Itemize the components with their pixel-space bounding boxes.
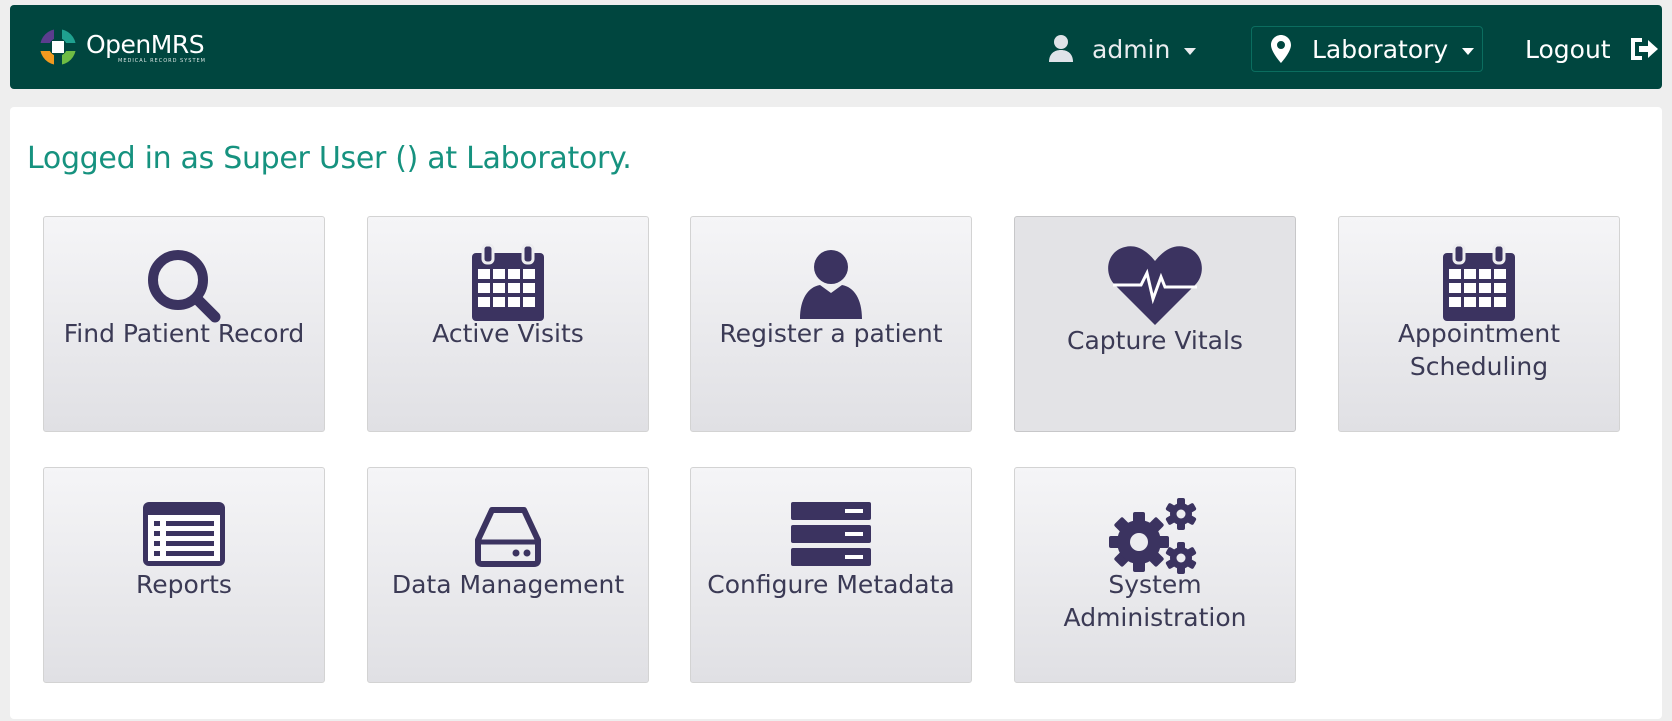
- configure-metadata-tile[interactable]: Configure Metadata: [690, 467, 972, 683]
- tile-label: Find Patient Record: [63, 319, 305, 348]
- tile-label: Data Management: [391, 570, 625, 599]
- hdd-icon: [475, 507, 541, 567]
- appointment-scheduling-tile[interactable]: Appointment Scheduling: [1338, 216, 1620, 432]
- server-icon: [791, 502, 871, 566]
- cogs-icon: [1109, 498, 1197, 574]
- location-selector[interactable]: Laboratory: [1251, 26, 1483, 72]
- find-patient-record-tile[interactable]: Find Patient Record: [43, 216, 325, 432]
- openmrs-logo[interactable]: OpenMRS MEDICAL RECORD SYSTEM: [36, 25, 206, 73]
- logout-link[interactable]: Logout: [1525, 27, 1659, 71]
- calendar-icon: [1443, 243, 1515, 321]
- user-icon: [1049, 35, 1073, 62]
- top-header: OpenMRS MEDICAL RECORD SYSTEM admin Labo…: [10, 5, 1662, 89]
- user-menu[interactable]: admin: [1046, 27, 1197, 71]
- tile-label: Reports: [136, 570, 232, 599]
- tile-label: Register a patient: [719, 319, 943, 348]
- welcome-message: Logged in as Super User () at Laboratory…: [27, 141, 632, 176]
- tile-label: Configure Metadata: [707, 570, 955, 599]
- register-patient-tile[interactable]: Register a patient: [690, 216, 972, 432]
- user-icon: [800, 250, 862, 319]
- tile-label: Capture Vitals: [1067, 326, 1243, 355]
- brand-name: OpenMRS: [86, 30, 205, 59]
- chevron-down-icon: [1462, 47, 1475, 55]
- logout-label: Logout: [1525, 34, 1611, 64]
- calendar-icon: [472, 243, 544, 321]
- chevron-down-icon: [1184, 47, 1197, 55]
- heartbeat-icon: [1108, 246, 1202, 325]
- brand-subtitle: MEDICAL RECORD SYSTEM: [118, 58, 206, 64]
- location-name: Laboratory: [1312, 34, 1449, 64]
- system-administration-tile[interactable]: System Administration: [1014, 467, 1296, 683]
- active-visits-tile[interactable]: Active Visits: [367, 216, 649, 432]
- tile-label: System Administration: [1063, 570, 1247, 632]
- tile-label: Appointment Scheduling: [1397, 319, 1561, 381]
- capture-vitals-tile[interactable]: Capture Vitals: [1014, 216, 1296, 432]
- openmrs-logo-icon: [38, 27, 78, 67]
- tile-label: Active Visits: [432, 319, 584, 348]
- map-marker-icon: [1271, 35, 1291, 63]
- data-management-tile[interactable]: Data Management: [367, 467, 649, 683]
- search-icon: [148, 250, 221, 323]
- sign-out-icon: [1630, 38, 1658, 60]
- main-content: Logged in as Super User () at Laboratory…: [10, 107, 1662, 719]
- user-name: admin: [1092, 34, 1171, 64]
- reports-tile[interactable]: Reports: [43, 467, 325, 683]
- list-alt-icon: [143, 502, 225, 566]
